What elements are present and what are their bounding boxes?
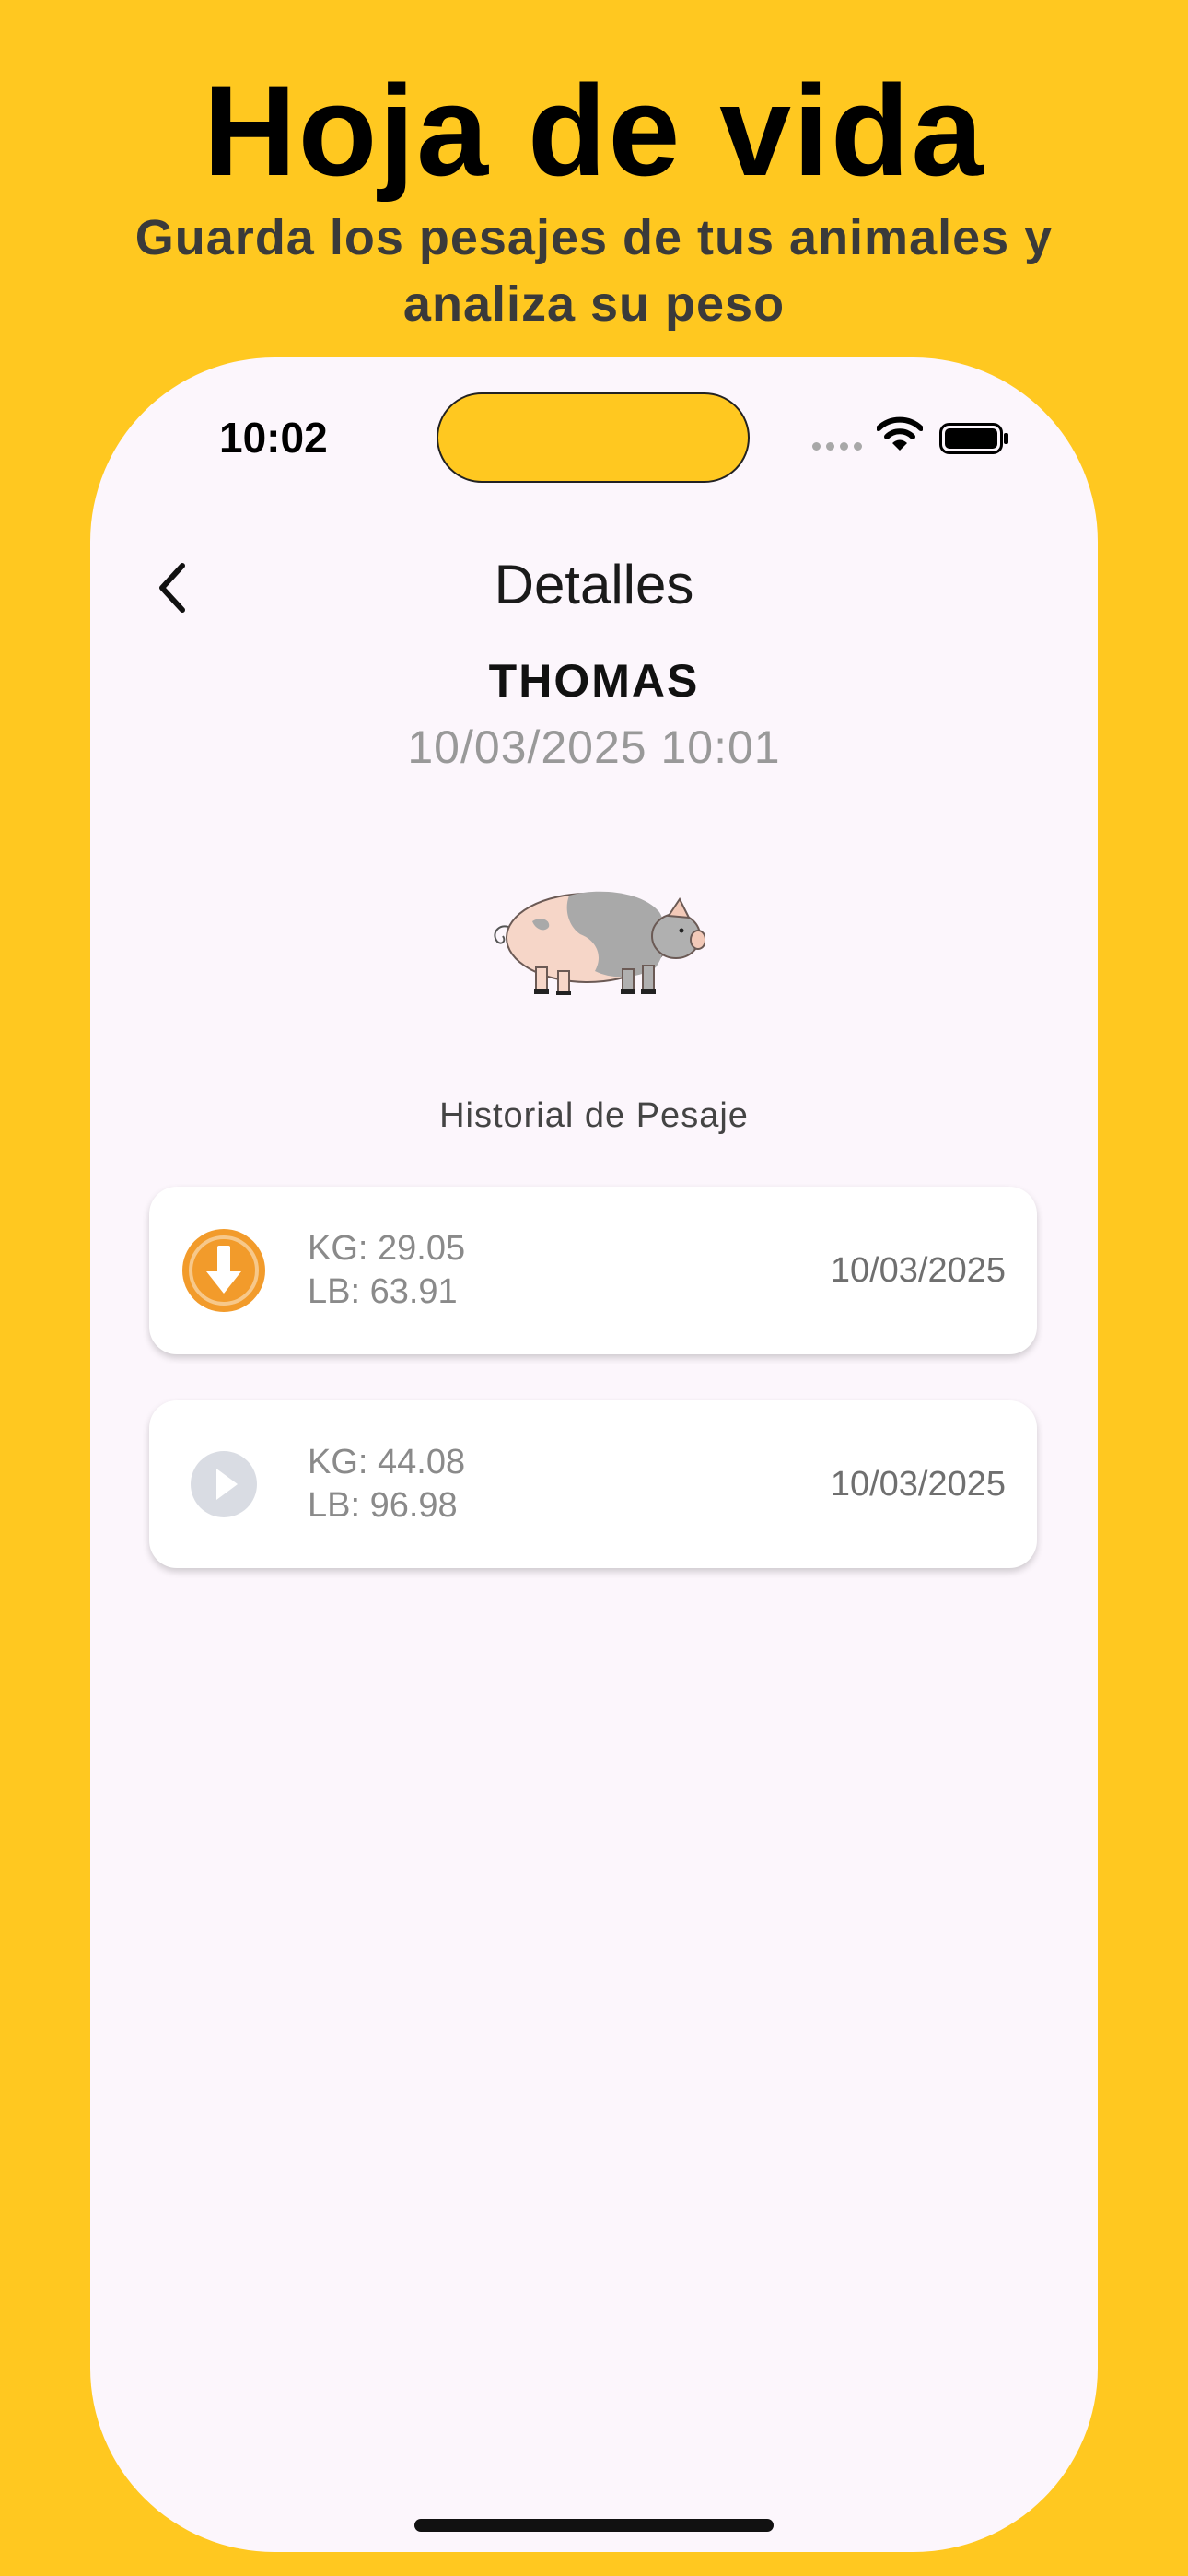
wifi-icon: [877, 416, 923, 451]
entry-kg: KG: 44.08: [308, 1443, 466, 1481]
pig-illustration: [494, 891, 705, 995]
arrow-down-circle-icon: [182, 1229, 265, 1312]
entry-date: 10/03/2025: [830, 1465, 1006, 1504]
entry-kg: KG: 29.05: [308, 1229, 466, 1268]
page-title: Detalles: [494, 554, 694, 615]
battery-icon: [939, 423, 1008, 454]
phone-screen: 10:02 Detalles THOMAS 10/03/2025 10:01 H…: [90, 357, 1098, 2552]
play-circle-icon: [191, 1451, 257, 1517]
cellular-signal-icon: [812, 442, 862, 451]
promo-title: Hoja de vida: [203, 58, 985, 203]
entry-lb: LB: 63.91: [308, 1272, 458, 1311]
weighing-entry-card[interactable]: KG: 29.05 LB: 63.91 10/03/2025: [149, 1187, 1037, 1354]
animal-name: THOMAS: [488, 655, 700, 707]
home-indicator[interactable]: [414, 2519, 774, 2532]
status-time: 10:02: [219, 414, 328, 462]
promo-subtitle: Guarda los pesajes de tus animales y ana…: [134, 210, 1054, 332]
weighing-entry-card[interactable]: KG: 44.08 LB: 96.98 10/03/2025: [149, 1400, 1037, 1568]
entry-lb: LB: 96.98: [308, 1486, 458, 1525]
animal-datetime: 10/03/2025 10:01: [407, 721, 781, 773]
entry-date: 10/03/2025: [830, 1251, 1006, 1290]
dynamic-island: [437, 392, 750, 483]
weighing-history-label: Historial de Pesaje: [439, 1096, 749, 1135]
